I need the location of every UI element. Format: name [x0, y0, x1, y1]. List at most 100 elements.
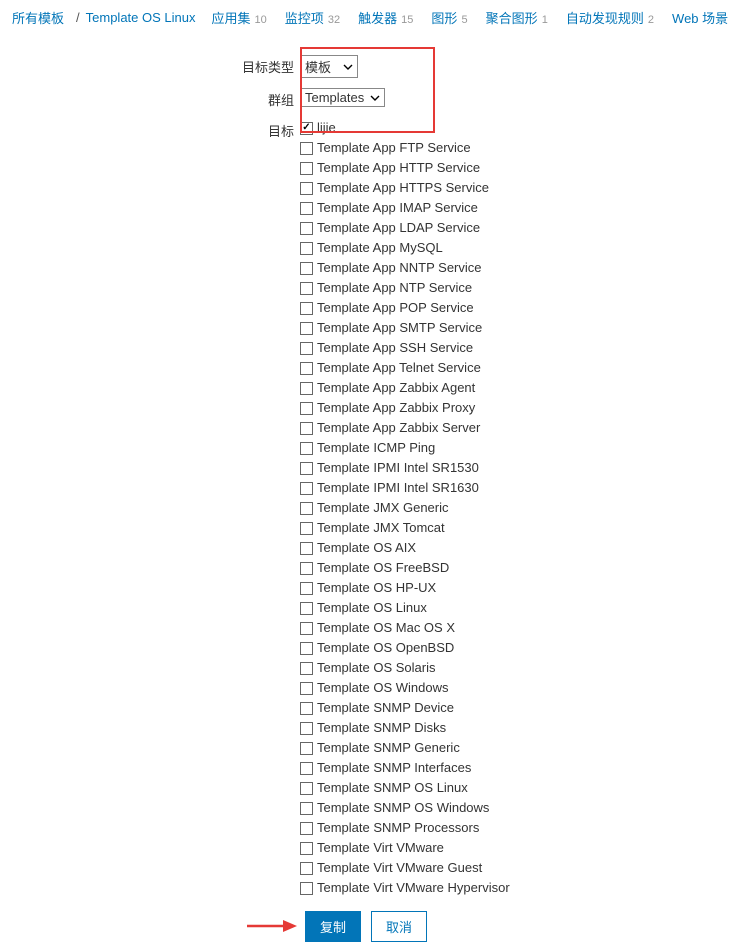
- checkbox-label: Template App MySQL: [317, 239, 443, 257]
- checkbox-label: Template App HTTP Service: [317, 159, 480, 177]
- checkbox-label: Template OS Solaris: [317, 659, 436, 677]
- checkbox[interactable]: [300, 342, 313, 355]
- checkbox[interactable]: [300, 622, 313, 635]
- checkbox[interactable]: [300, 642, 313, 655]
- checkbox-label: Template App NNTP Service: [317, 259, 482, 277]
- nav-count: 5: [458, 14, 467, 26]
- nav-item[interactable]: 监控项 32: [285, 11, 340, 26]
- checkbox[interactable]: [300, 762, 313, 775]
- checkbox-label: Template IPMI Intel SR1530: [317, 459, 479, 477]
- checkbox[interactable]: [300, 542, 313, 555]
- checkbox[interactable]: [300, 882, 313, 895]
- checkbox[interactable]: [300, 162, 313, 175]
- checkbox-label: Template JMX Tomcat: [317, 519, 445, 537]
- checkbox-row: Template SNMP Disks: [300, 719, 754, 737]
- cancel-button[interactable]: 取消: [371, 911, 427, 942]
- checkbox[interactable]: [300, 142, 313, 155]
- checkbox[interactable]: [300, 362, 313, 375]
- checkbox-label: Template IPMI Intel SR1630: [317, 479, 479, 497]
- nav-item[interactable]: 自动发现规则 2: [566, 11, 654, 26]
- target-label: 目标: [0, 119, 300, 140]
- nav-item[interactable]: 聚合图形 1: [486, 11, 548, 26]
- checkbox[interactable]: [300, 682, 313, 695]
- checkbox[interactable]: [300, 302, 313, 315]
- nav-count: 10: [252, 14, 267, 26]
- checkbox-label: Template OS Windows: [317, 679, 449, 697]
- checkbox-label: Template SNMP Processors: [317, 819, 479, 837]
- checkbox-label: Template SNMP OS Linux: [317, 779, 468, 797]
- checkbox[interactable]: [300, 382, 313, 395]
- checkbox[interactable]: [300, 522, 313, 535]
- checkbox[interactable]: [300, 702, 313, 715]
- checkbox-row: Template SNMP Generic: [300, 739, 754, 757]
- nav-item[interactable]: 图形 5: [431, 11, 467, 26]
- checkbox-row: Template OS Linux: [300, 599, 754, 617]
- checkbox[interactable]: [300, 262, 313, 275]
- checkbox[interactable]: [300, 462, 313, 475]
- checkbox[interactable]: [300, 742, 313, 755]
- checkbox[interactable]: [300, 442, 313, 455]
- nav-item[interactable]: 触发器 15: [358, 11, 413, 26]
- group-select[interactable]: Templates: [300, 88, 385, 107]
- checkbox-row: Template Virt VMware Guest: [300, 859, 754, 877]
- checkbox-row: Template JMX Generic: [300, 499, 754, 517]
- checkbox[interactable]: [300, 502, 313, 515]
- checkbox-label: Template App LDAP Service: [317, 219, 480, 237]
- checkbox[interactable]: [300, 822, 313, 835]
- checkbox[interactable]: [300, 782, 313, 795]
- checkbox[interactable]: [300, 122, 313, 135]
- checkbox[interactable]: [300, 722, 313, 735]
- checkbox[interactable]: [300, 282, 313, 295]
- checkbox[interactable]: [300, 482, 313, 495]
- checkbox-row: Template SNMP Processors: [300, 819, 754, 837]
- chevron-down-icon: [370, 95, 380, 101]
- checkbox-row: Template IPMI Intel SR1530: [300, 459, 754, 477]
- checkbox[interactable]: [300, 562, 313, 575]
- checkbox-row: Template Virt VMware Hypervisor: [300, 879, 754, 897]
- checkbox-label: Template OS Linux: [317, 599, 427, 617]
- target-type-value: 模板: [305, 57, 331, 76]
- copy-button[interactable]: 复制: [305, 911, 361, 942]
- checkbox-row: Template SNMP OS Windows: [300, 799, 754, 817]
- checkbox[interactable]: [300, 582, 313, 595]
- chevron-down-icon: [343, 64, 353, 70]
- checkbox-label: Template OS OpenBSD: [317, 639, 454, 657]
- checkbox-label: Template JMX Generic: [317, 499, 449, 517]
- nav-count: 2: [645, 14, 654, 26]
- checkbox-label: Template App IMAP Service: [317, 199, 478, 217]
- checkbox[interactable]: [300, 242, 313, 255]
- breadcrumb-separator: /: [76, 10, 80, 25]
- checkbox[interactable]: [300, 402, 313, 415]
- target-type-select[interactable]: 模板: [300, 55, 358, 78]
- checkbox-row: Template ICMP Ping: [300, 439, 754, 457]
- checkbox[interactable]: [300, 602, 313, 615]
- checkbox-row: Template App HTTP Service: [300, 159, 754, 177]
- checkbox-row: Template App LDAP Service: [300, 219, 754, 237]
- checkbox-row: Template OS FreeBSD: [300, 559, 754, 577]
- checkbox-row: Template App SSH Service: [300, 339, 754, 357]
- checkbox[interactable]: [300, 422, 313, 435]
- checkbox[interactable]: [300, 322, 313, 335]
- checkbox-row: Template App Zabbix Agent: [300, 379, 754, 397]
- checkbox[interactable]: [300, 802, 313, 815]
- checkbox-label: Template App FTP Service: [317, 139, 471, 157]
- checkbox-label: Template App SSH Service: [317, 339, 473, 357]
- checkbox-row: Template SNMP Device: [300, 699, 754, 717]
- checkbox[interactable]: [300, 842, 313, 855]
- checkbox-row: Template OS Solaris: [300, 659, 754, 677]
- checkbox[interactable]: [300, 182, 313, 195]
- checkbox[interactable]: [300, 662, 313, 675]
- breadcrumb-all-templates[interactable]: 所有模板: [12, 8, 64, 27]
- checkbox-row: Template App Telnet Service: [300, 359, 754, 377]
- nav-item[interactable]: Web 场景: [672, 11, 728, 26]
- checkbox[interactable]: [300, 202, 313, 215]
- checkbox-row: Template App IMAP Service: [300, 199, 754, 217]
- checkbox-label: Template ICMP Ping: [317, 439, 435, 457]
- checkbox-label: Template App Zabbix Server: [317, 419, 480, 437]
- checkbox[interactable]: [300, 222, 313, 235]
- checkbox-row: Template App MySQL: [300, 239, 754, 257]
- target-type-label: 目标类型: [0, 55, 300, 76]
- checkbox-row: Template App Zabbix Server: [300, 419, 754, 437]
- nav-item[interactable]: 应用集 10: [211, 11, 266, 26]
- checkbox[interactable]: [300, 862, 313, 875]
